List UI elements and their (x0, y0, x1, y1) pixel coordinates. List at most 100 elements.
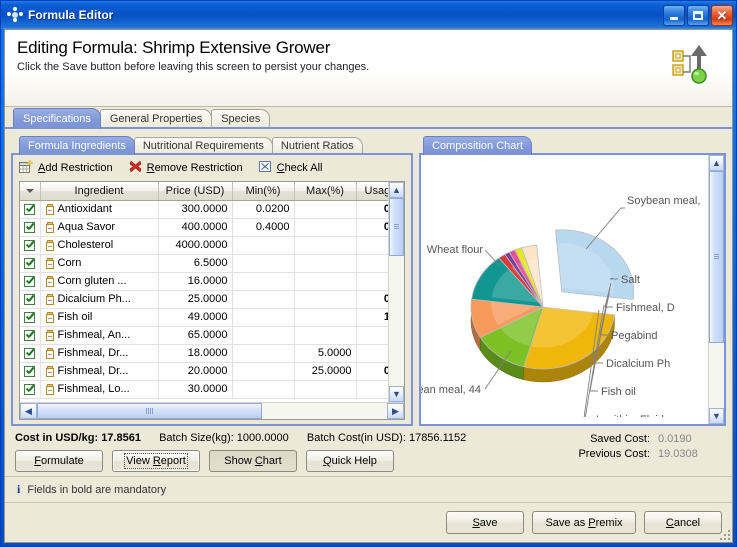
header-usage[interactable]: Usage(%) (356, 182, 388, 201)
formulate-button[interactable]: Formulate (15, 450, 103, 472)
cell-price[interactable]: 20.0000 (158, 362, 233, 381)
cell-price[interactable]: 6.5000 (158, 254, 233, 273)
view-report-button[interactable]: View Report (112, 450, 200, 472)
cell-usage[interactable]: 0.6906 (356, 362, 388, 381)
header-ingredient[interactable]: Ingredient (40, 182, 159, 201)
cell-min[interactable] (232, 236, 295, 255)
cell-price[interactable]: 65.0000 (158, 326, 233, 345)
sort-descending-icon[interactable] (25, 188, 34, 193)
cell-usage[interactable] (356, 272, 388, 291)
cell-min[interactable] (232, 254, 295, 273)
row-checkbox[interactable] (20, 218, 41, 237)
row-checkbox[interactable] (20, 380, 41, 399)
scroll-down-button[interactable]: ▼ (389, 386, 404, 402)
grid-vscroll-track[interactable] (389, 198, 404, 386)
tab-general-properties[interactable]: General Properties (99, 109, 213, 129)
cell-min[interactable] (232, 362, 295, 381)
row-checkbox[interactable] (20, 200, 41, 219)
cell-min[interactable] (232, 290, 295, 309)
cell-usage[interactable] (356, 326, 388, 345)
cell-min[interactable]: 0.0200 (232, 200, 295, 219)
cell-max[interactable] (294, 326, 357, 345)
row-checkbox[interactable] (20, 344, 41, 363)
cell-ingredient[interactable]: Aqua Savor (40, 218, 159, 237)
minimize-button[interactable] (663, 4, 685, 26)
cell-ingredient[interactable]: Fishmeal, An... (40, 326, 159, 345)
cell-max[interactable] (294, 380, 357, 399)
cell-price[interactable]: 16.0000 (158, 272, 233, 291)
cell-ingredient[interactable]: Cholesterol (40, 236, 159, 255)
cell-ingredient[interactable]: Antioxidant (40, 200, 159, 219)
cell-max[interactable] (294, 272, 357, 291)
row-checkbox[interactable] (20, 236, 41, 255)
cell-max[interactable] (294, 254, 357, 273)
cell-ingredient[interactable]: Fishmeal, Dr... (40, 362, 159, 381)
table-row[interactable]: Cholesterol 4000.0000 (20, 236, 388, 255)
header-price[interactable]: Price (USD) (158, 182, 233, 201)
chart-scroll-down-button[interactable]: ▼ (709, 408, 724, 424)
cell-max[interactable] (294, 308, 357, 327)
grid-hscroll-track[interactable] (37, 403, 387, 419)
cell-ingredient[interactable]: Corn (40, 254, 159, 273)
grid-horizontal-scrollbar[interactable]: ◀ ▶ (20, 402, 404, 419)
cell-usage[interactable]: 0.0200 (356, 200, 388, 219)
cell-min[interactable] (232, 272, 295, 291)
cell-max[interactable]: 25.0000 (294, 362, 357, 381)
scroll-up-button[interactable]: ▲ (389, 182, 404, 198)
cell-price[interactable]: 30.0000 (158, 380, 233, 399)
cell-ingredient[interactable]: Fishmeal, Dr... (40, 344, 159, 363)
remove-restriction-button[interactable]: Remove Restriction (129, 160, 243, 176)
chart-scroll-up-button[interactable]: ▲ (709, 155, 724, 171)
cell-price[interactable]: 4000.0000 (158, 236, 233, 255)
resize-grip[interactable] (718, 528, 730, 540)
cell-usage[interactable]: 0.8147 (356, 290, 388, 309)
cell-min[interactable]: 0.4000 (232, 218, 295, 237)
cell-min[interactable] (232, 326, 295, 345)
cell-max[interactable] (294, 290, 357, 309)
table-row[interactable]: Corn gluten ... 16.0000 (20, 272, 388, 291)
cancel-button[interactable]: Cancel (644, 511, 722, 534)
grid-vscroll-thumb[interactable] (389, 198, 404, 256)
cell-usage[interactable] (356, 254, 388, 273)
cell-max[interactable]: 5.0000 (294, 344, 357, 363)
tab-specifications[interactable]: Specifications (13, 108, 101, 129)
save-as-premix-button[interactable]: Save as Premix (532, 511, 636, 534)
cell-usage[interactable] (356, 344, 388, 363)
close-button[interactable]: ✕ (711, 4, 733, 26)
row-checkbox[interactable] (20, 290, 41, 309)
scroll-left-button[interactable]: ◀ (20, 403, 37, 419)
cell-min[interactable] (232, 344, 295, 363)
outer-tab-strip[interactable]: Specifications General Properties Specie… (5, 107, 732, 129)
row-checkbox[interactable] (20, 362, 41, 381)
cell-price[interactable]: 18.0000 (158, 344, 233, 363)
show-chart-button[interactable]: Show Chart (209, 450, 297, 472)
quick-help-button[interactable]: Quick Help (306, 450, 394, 472)
table-row[interactable]: Fish oil49.0000 1.2702 (20, 308, 388, 327)
grid-hscroll-thumb[interactable] (37, 403, 262, 419)
row-checkbox[interactable] (20, 326, 41, 345)
tab-formula-ingredients[interactable]: Formula Ingredients (19, 136, 135, 155)
cell-price[interactable]: 400.0000 (158, 218, 233, 237)
cell-price[interactable]: 25.0000 (158, 290, 233, 309)
cell-max[interactable] (294, 236, 357, 255)
table-row[interactable]: Aqua Savor400.00000.40000.4000 (20, 218, 388, 237)
tab-nutrient-ratios[interactable]: Nutrient Ratios (271, 137, 363, 155)
cell-ingredient[interactable]: Fishmeal, Lo... (40, 380, 159, 399)
cell-price[interactable]: 300.0000 (158, 200, 233, 219)
maximize-button[interactable] (687, 4, 709, 26)
table-row[interactable]: Fishmeal, Dr...20.0000 25.00000.6906 (20, 362, 388, 381)
table-row[interactable]: Fishmeal, Dr... 18.0000 5.0000 (20, 344, 388, 363)
chart-vertical-scrollbar[interactable]: ▲ ▼ (708, 155, 724, 424)
chart-vscroll-track[interactable] (709, 171, 724, 408)
chart-tab-strip[interactable]: Composition Chart (419, 135, 726, 155)
save-button[interactable]: Save (446, 511, 524, 534)
tab-composition-chart[interactable]: Composition Chart (423, 136, 533, 155)
cell-ingredient[interactable]: Corn gluten ... (40, 272, 159, 291)
grid-vertical-scrollbar[interactable]: ▲ ▼ (388, 182, 404, 402)
row-checkbox[interactable] (20, 254, 41, 273)
tab-species[interactable]: Species (211, 109, 271, 129)
cell-min[interactable] (232, 380, 295, 399)
cell-ingredient[interactable]: Fish oil (40, 308, 159, 327)
row-checkbox[interactable] (20, 308, 41, 327)
scroll-right-button[interactable]: ▶ (387, 403, 404, 419)
